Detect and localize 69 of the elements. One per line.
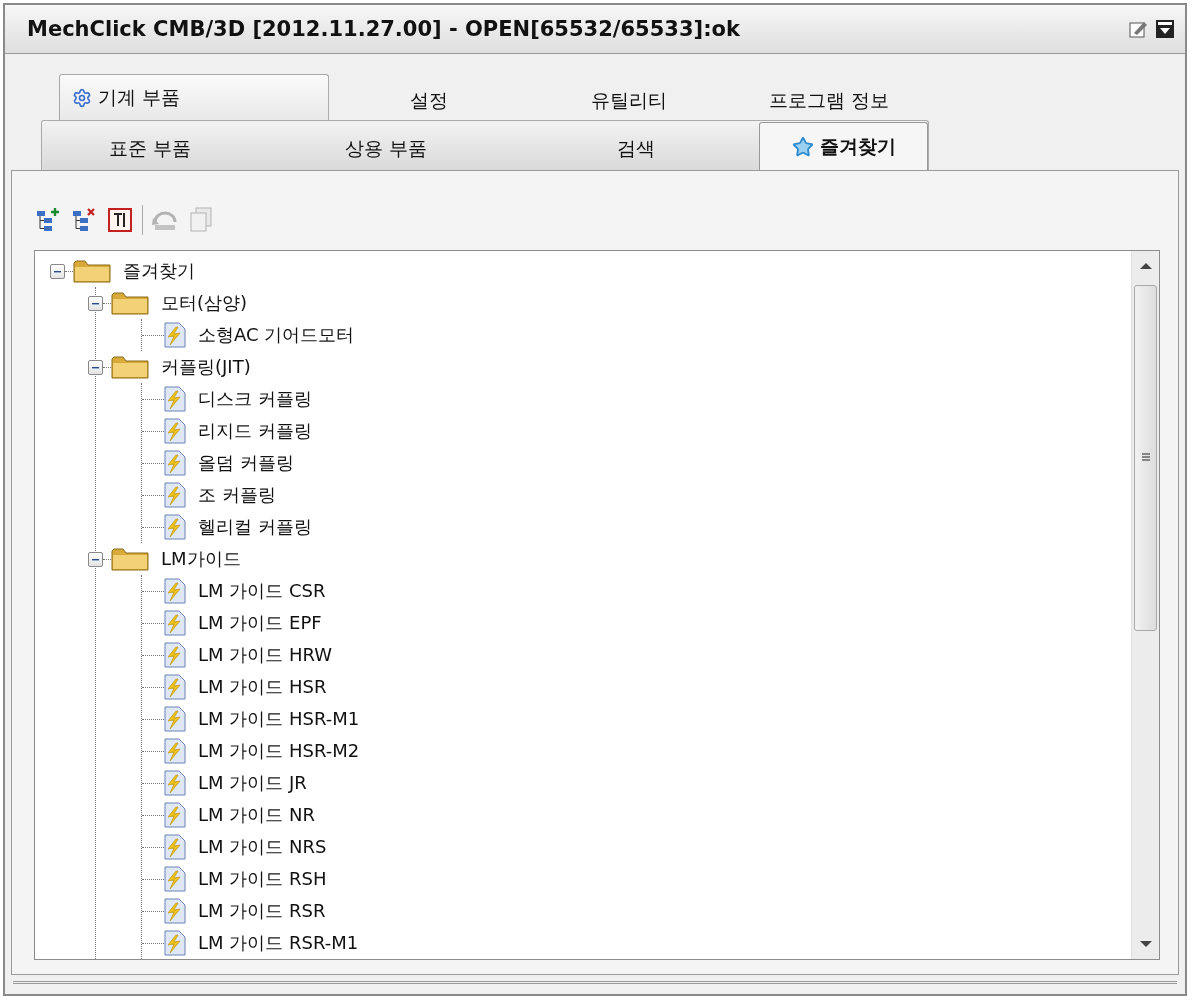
part-file-icon <box>164 674 186 700</box>
part-label[interactable]: LM 가이드 CSR <box>198 579 326 603</box>
part-file-icon <box>164 930 186 956</box>
folder-icon <box>111 547 149 571</box>
part-file-icon <box>164 770 186 796</box>
folder-label[interactable]: LM가이드 <box>161 547 241 571</box>
part-label[interactable]: 조 커플링 <box>198 483 276 507</box>
part-file-icon <box>164 450 186 476</box>
part-label[interactable]: LM 가이드 RSR-M1 <box>198 931 359 955</box>
copy-icon <box>189 206 213 233</box>
delete-node-icon <box>72 206 96 233</box>
main-tab[interactable]: 설정 <box>329 80 529 120</box>
part-file-icon <box>164 610 186 636</box>
collapse-toggle[interactable] <box>88 295 103 311</box>
part-file-icon <box>164 482 186 508</box>
down-arrow-icon <box>1139 940 1152 948</box>
part-file-icon <box>164 418 186 444</box>
collapse-toggle[interactable] <box>50 263 65 279</box>
part-label[interactable]: LM 가이드 EPF <box>198 611 322 635</box>
sub-tab[interactable]: 상용 부품 <box>258 126 514 170</box>
part-file-icon <box>164 802 186 828</box>
part-file-icon <box>164 322 186 348</box>
part-label[interactable]: LM 가이드 RSR <box>198 899 326 923</box>
folder-icon <box>111 355 149 379</box>
part-file-icon <box>164 706 186 732</box>
main-tab[interactable]: 기계 부품 <box>59 74 329 120</box>
scrollbar-thumb[interactable] <box>1134 285 1157 631</box>
part-label[interactable]: LM 가이드 HSR <box>198 675 327 699</box>
main-tab[interactable]: 유틸리티 <box>529 80 729 120</box>
dropdown-icon[interactable] <box>1155 19 1175 39</box>
part-label[interactable]: LM 가이드 JR <box>198 771 307 795</box>
part-label[interactable]: 리지드 커플링 <box>198 419 312 443</box>
star-icon <box>791 135 814 158</box>
part-label[interactable]: 헬리컬 커플링 <box>198 515 312 539</box>
folder-icon <box>111 291 149 315</box>
up-arrow-icon <box>1139 262 1152 270</box>
folder-label[interactable]: 커플링(JIT) <box>161 355 251 379</box>
part-label[interactable]: LM 가이드 HRW <box>198 643 333 667</box>
part-file-icon <box>164 834 186 860</box>
part-label[interactable]: 디스크 커플링 <box>198 387 312 411</box>
sub-tab[interactable]: 즐겨찾기 <box>759 122 928 170</box>
part-file-icon <box>164 578 186 604</box>
part-file-icon <box>164 738 186 764</box>
collapse-toggle[interactable] <box>88 359 103 375</box>
sub-tab[interactable]: 표준 부품 <box>42 126 259 170</box>
main-tab[interactable]: 프로그램 정보 <box>729 80 929 120</box>
sub-tab[interactable]: 검색 <box>513 126 760 170</box>
part-label[interactable]: 올덤 커플링 <box>198 451 294 475</box>
part-file-icon <box>164 386 186 412</box>
part-file-icon <box>164 514 186 540</box>
edit-icon[interactable] <box>1129 19 1149 39</box>
part-label[interactable]: LM 가이드 HSR-M2 <box>198 739 360 763</box>
folder-label[interactable]: 즐겨찾기 <box>123 259 195 283</box>
part-label[interactable]: LM 가이드 HSR-M1 <box>198 707 360 731</box>
part-file-icon <box>164 866 186 892</box>
part-label[interactable]: LM 가이드 RSH <box>198 867 327 891</box>
part-label[interactable]: LM 가이드 NRS <box>198 835 327 859</box>
part-file-icon <box>164 898 186 924</box>
grip-icon <box>1140 453 1151 463</box>
collapse-toggle[interactable] <box>88 551 103 567</box>
part-label[interactable]: 소형AC 기어드모터 <box>198 323 355 347</box>
part-label[interactable]: LM 가이드 NR <box>198 803 315 827</box>
part-file-icon <box>164 642 186 668</box>
add-node-icon <box>36 206 60 233</box>
folder-label[interactable]: 모터(삼양) <box>161 291 248 315</box>
text-box-icon <box>108 207 132 232</box>
window-title: MechClick CMB/3D [2012.11.27.00] - OPEN[65532/65533]:ok <box>27 17 740 41</box>
folder-icon <box>73 259 111 283</box>
gear-icon <box>72 87 92 108</box>
